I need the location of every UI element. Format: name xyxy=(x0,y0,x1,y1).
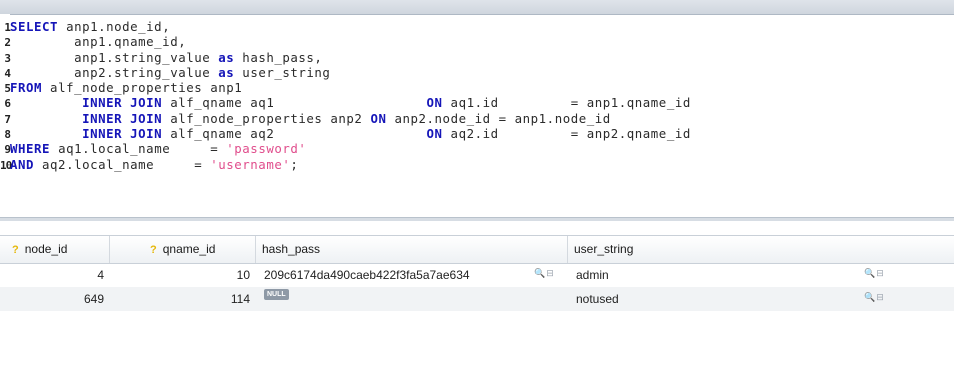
sql-text: alf_node_properties anp1 xyxy=(42,80,243,96)
sql-keyword: ON xyxy=(426,126,443,142)
editor-toolbar-edge xyxy=(0,0,954,15)
table-row[interactable]: 4 10 209c6174da490caeb422f3fa5a7ae634 🔍⊟… xyxy=(0,263,954,287)
sql-text: alf_qname aq2 xyxy=(162,126,427,142)
sql-keyword: as xyxy=(218,64,235,80)
sql-string: 'username' xyxy=(210,156,291,172)
line-number: 1 xyxy=(4,21,11,34)
cell-qname-id[interactable]: 10 xyxy=(110,263,256,287)
sql-text: anp2.string_value xyxy=(10,64,219,80)
cell-user-string[interactable]: notused xyxy=(568,287,888,311)
line-number: 10 xyxy=(0,158,12,172)
line-number: 5 xyxy=(4,82,11,96)
grid-header: ? node_id ? qname_id hash_pass user_string xyxy=(0,235,954,264)
cell-qname-id[interactable]: 114 xyxy=(110,287,256,311)
sql-text: anp1.string_value xyxy=(10,49,219,65)
cell-hash-pass[interactable]: NULL xyxy=(256,287,568,311)
sql-keyword: AND xyxy=(10,156,35,172)
sql-keyword: SELECT xyxy=(10,19,59,34)
sql-keyword: FROM xyxy=(10,80,43,96)
column-label: hash_pass xyxy=(262,242,321,256)
sql-text: hash_pass, xyxy=(234,49,323,65)
cell-value: 209c6174da490caeb422f3fa5a7ae634 xyxy=(264,268,470,282)
sql-text: alf_node_properties anp2 xyxy=(162,110,371,126)
cell-hash-pass[interactable]: 209c6174da490caeb422f3fa5a7ae634 xyxy=(256,263,568,287)
cell-node-id[interactable]: 649 xyxy=(0,287,110,311)
sql-keyword: INNER JOIN xyxy=(10,126,163,142)
column-header-node-id[interactable]: ? node_id xyxy=(0,236,110,263)
cell-zoom-icon[interactable]: 🔍⊟ xyxy=(534,268,555,279)
line-number: 6 xyxy=(4,97,11,111)
column-label: user_string xyxy=(574,242,634,256)
sql-editor[interactable]: 1SELECT anp1.node_id, 2 anp1.qname_id, 3… xyxy=(0,0,954,221)
null-badge: NULL xyxy=(264,289,289,301)
cell-zoom-icon[interactable]: 🔍⊟ xyxy=(864,268,885,279)
sql-text: anp2.node_id = anp1.node_id xyxy=(386,110,611,126)
editor-divider[interactable] xyxy=(0,217,954,221)
cell-node-id[interactable]: 4 xyxy=(0,263,110,287)
sql-text: aq2.id = anp2.qname_id xyxy=(442,126,691,142)
sql-text: aq1.local_name = xyxy=(50,141,227,157)
sql-text: user_string xyxy=(234,64,331,80)
sql-text: alf_qname aq1 xyxy=(162,95,427,111)
sql-code[interactable]: 1SELECT anp1.node_id, 2 anp1.qname_id, 3… xyxy=(0,19,691,173)
column-label: node_id xyxy=(24,242,68,256)
sql-keyword: as xyxy=(218,49,235,65)
line-number: 9 xyxy=(4,143,11,157)
line-number: 7 xyxy=(4,112,11,126)
sql-keyword: INNER JOIN xyxy=(10,95,163,111)
sql-text: anp1.node_id, xyxy=(58,19,171,34)
key-icon: ? xyxy=(150,244,157,256)
sql-text: aq2.local_name = xyxy=(34,156,211,172)
cell-user-string[interactable]: admin xyxy=(568,263,888,287)
sql-keyword: ON xyxy=(370,110,387,126)
line-number: 2 xyxy=(4,36,11,50)
key-icon: ? xyxy=(12,244,19,256)
column-header-hash-pass[interactable]: hash_pass xyxy=(256,236,568,263)
sql-string: 'password' xyxy=(226,141,307,157)
line-number: 4 xyxy=(4,66,11,80)
column-header-user-string[interactable]: user_string xyxy=(568,236,888,263)
sql-text: aq1.id = anp1.qname_id xyxy=(442,95,691,111)
column-label: qname_id xyxy=(162,242,216,256)
line-number: 8 xyxy=(4,128,11,142)
sql-text: anp1.qname_id, xyxy=(10,34,187,50)
column-header-qname-id[interactable]: ? qname_id xyxy=(110,236,256,263)
sql-text: ; xyxy=(290,156,299,172)
line-number: 3 xyxy=(4,51,11,65)
table-row[interactable]: 649 114 NULL notused 🔍⊟ xyxy=(0,287,954,311)
cell-zoom-icon[interactable]: 🔍⊟ xyxy=(864,292,885,303)
sql-keyword: INNER JOIN xyxy=(10,110,163,126)
sql-keyword: ON xyxy=(426,95,443,111)
sql-keyword: WHERE xyxy=(10,141,51,157)
